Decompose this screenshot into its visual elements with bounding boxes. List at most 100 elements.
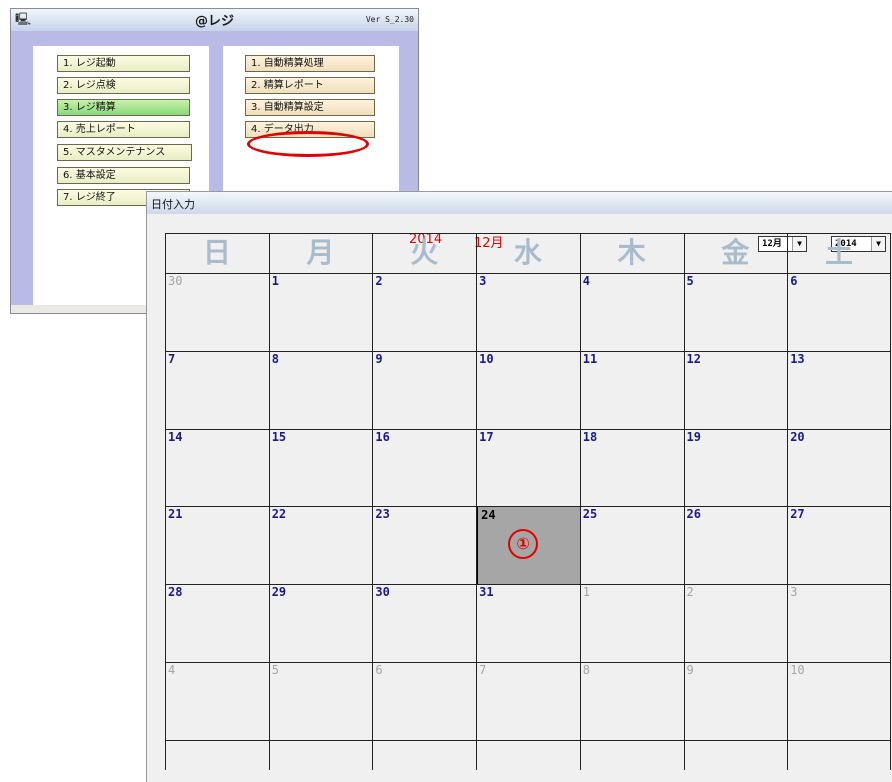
calendar-day-cell[interactable]: 6 <box>787 273 891 351</box>
day-number: 6 <box>790 274 798 288</box>
menu-register-start-button[interactable]: 1. レジ起動 <box>57 55 190 72</box>
submenu-auto-settle-button[interactable]: 1. 自動精算処理 <box>245 55 375 72</box>
weekday-header: 木 <box>617 236 646 269</box>
day-number: 31 <box>479 585 494 600</box>
calendar-day-cell[interactable]: 13 <box>787 351 891 429</box>
day-number: 25 <box>582 507 598 522</box>
calendar-day-cell[interactable]: 2 <box>372 273 476 351</box>
day-number: 21 <box>168 507 183 522</box>
grid-line <box>165 584 891 586</box>
calendar-day-cell[interactable]: 3 <box>476 273 580 351</box>
grid-line <box>165 273 891 274</box>
day-number: 14 <box>168 429 183 444</box>
day-number: 30 <box>168 274 183 288</box>
menu-master-maintenance-button[interactable]: 5. マスタメンテナンス <box>57 144 192 161</box>
day-number: 12 <box>686 351 701 366</box>
day-number: 10 <box>479 351 494 366</box>
calendar-day-cell[interactable]: 27 <box>787 506 891 584</box>
weekday-header: 月 <box>306 236 335 269</box>
weekday-header: 水 <box>513 236 542 269</box>
day-number: 23 <box>375 507 390 522</box>
calendar-day-cell[interactable]: 19 <box>684 429 788 507</box>
calendar-day-cell[interactable]: 5 <box>269 662 373 740</box>
calendar-day-cell[interactable]: 25 <box>580 506 684 584</box>
calendar-day-cell[interactable]: 9 <box>684 662 788 740</box>
calendar-day-cell[interactable]: 20 <box>787 429 891 507</box>
calendar-day-cell[interactable]: 23 <box>372 506 476 584</box>
day-number: 8 <box>271 351 279 366</box>
day-number: 1 <box>582 585 591 600</box>
calendar-day-cell[interactable]: 8 <box>269 351 373 429</box>
calendar-day-cell[interactable]: 22 <box>269 506 373 584</box>
calendar-day-cell[interactable]: 11 <box>580 351 684 429</box>
grid-line <box>579 233 581 770</box>
calendar-day-cell[interactable]: 7 <box>476 662 580 740</box>
version-label: Ver S_2.30 <box>365 15 414 24</box>
day-number: 9 <box>686 663 694 677</box>
calendar-day-cell[interactable]: 21 <box>165 506 269 584</box>
grid-line <box>476 233 478 770</box>
submenu-auto-settle-settings-button[interactable]: 3. 自動精算設定 <box>245 99 375 116</box>
grid-line <box>165 506 891 508</box>
grid-line <box>165 350 891 352</box>
highlight-circle <box>247 131 369 157</box>
weekday-header: 金 <box>721 236 750 269</box>
calendar-day-cell[interactable]: 5 <box>684 273 788 351</box>
calendar-day-cell[interactable]: 12 <box>684 351 788 429</box>
day-number: 2 <box>686 585 694 600</box>
calendar-day-cell[interactable]: 4 <box>165 662 269 740</box>
main-titlebar: 🖳 @レジ Ver S_2.30 <box>11 9 418 31</box>
calendar-day-cell[interactable]: 31 <box>476 584 580 662</box>
weekday-header: 日 <box>202 236 231 269</box>
calendar-day-cell[interactable]: 1 <box>269 273 373 351</box>
submenu-settle-report-button[interactable]: 2. 精算レポート <box>245 77 375 94</box>
day-number: 29 <box>271 585 287 600</box>
calendar-day-cell-selected[interactable]: 24 ① <box>476 506 580 585</box>
day-number: 26 <box>686 507 701 522</box>
grid-line <box>268 233 270 770</box>
menu-register-check-button[interactable]: 2. レジ点検 <box>57 77 190 94</box>
calendar-day-cell[interactable]: 26 <box>684 506 788 584</box>
grid-line <box>372 233 374 770</box>
day-number: 3 <box>790 585 798 600</box>
weekday-header: 火 <box>410 236 439 269</box>
calendar-day-cell[interactable]: 30 <box>165 273 269 351</box>
grid-line <box>165 233 166 770</box>
calendar-day-cell[interactable]: 4 <box>580 273 684 351</box>
day-number: 20 <box>790 429 805 444</box>
grid-line <box>165 428 891 430</box>
calendar-day-cell[interactable]: 9 <box>372 351 476 429</box>
day-number: 15 <box>271 429 287 444</box>
menu-basic-settings-button[interactable]: 6. 基本設定 <box>57 167 190 184</box>
day-number: 19 <box>686 429 701 444</box>
calendar-day-cell[interactable]: 6 <box>372 662 476 740</box>
day-number: 13 <box>790 351 805 366</box>
menu-sales-report-button[interactable]: 4. 売上レポート <box>57 121 190 138</box>
grid-line <box>683 233 685 770</box>
calendar-day-cell[interactable]: 3 <box>787 584 891 662</box>
calendar-day-cell[interactable]: 14 <box>165 429 269 507</box>
grid-line <box>787 233 789 770</box>
menu-register-settle-button[interactable]: 3. レジ精算 <box>57 99 190 116</box>
calendar-day-cell[interactable]: 29 <box>269 584 373 662</box>
day-number: 24 <box>481 508 496 523</box>
day-number: 16 <box>375 429 390 444</box>
calendar-day-cell[interactable]: 10 <box>787 662 891 740</box>
calendar-day-cell[interactable]: 1 <box>580 584 684 662</box>
calendar-day-cell[interactable]: 15 <box>269 429 373 507</box>
calendar-day-cell[interactable]: 18 <box>580 429 684 507</box>
calendar-day-cell[interactable]: 17 <box>476 429 580 507</box>
calendar-day-cell[interactable]: 10 <box>476 351 580 429</box>
day-number: 17 <box>479 429 494 444</box>
calendar-day-cell[interactable]: 7 <box>165 351 269 429</box>
day-number: 11 <box>582 351 598 366</box>
day-number: 28 <box>168 585 183 600</box>
calendar-day-cell[interactable]: 8 <box>580 662 684 740</box>
weekday-header: 土 <box>825 236 854 269</box>
calendar-day-cell[interactable]: 2 <box>684 584 788 662</box>
day-number: 27 <box>790 507 805 522</box>
calendar-day-cell[interactable]: 30 <box>372 584 476 662</box>
grid-line <box>165 233 891 234</box>
calendar-day-cell[interactable]: 16 <box>372 429 476 507</box>
calendar-day-cell[interactable]: 28 <box>165 584 269 662</box>
